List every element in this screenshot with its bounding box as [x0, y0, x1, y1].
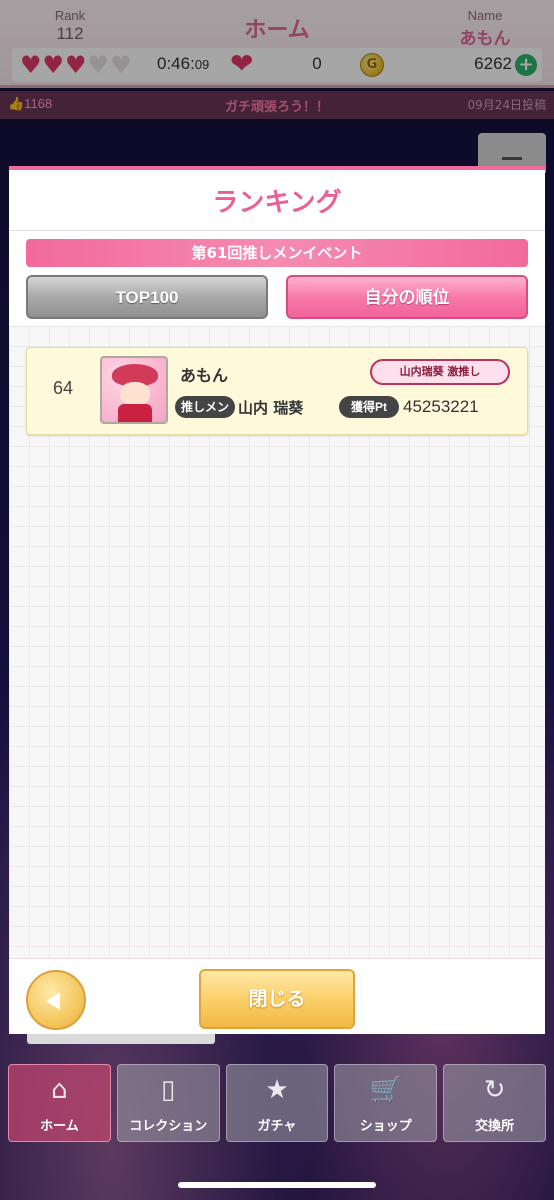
divider: [9, 230, 545, 231]
back-button[interactable]: [26, 970, 86, 1030]
home-indicator[interactable]: [178, 1182, 376, 1188]
bottom-nav: ⌂ ホーム ▯ コレクション ★ ガチャ 🛒 ショップ ↻ 交換所: [8, 1064, 546, 1144]
divider: [9, 958, 545, 959]
event-banner: 第61回推しメンイベント: [26, 239, 528, 267]
avatar: [100, 356, 168, 424]
ranking-row[interactable]: 64 あもん 山内瑞葵 激推し 推しメン 山内 瑞葵 獲得Pt 45253221: [26, 347, 528, 435]
points-label: 獲得Pt: [339, 396, 399, 418]
collection-icon: ▯: [161, 1075, 176, 1105]
nav-label: ショップ: [359, 1119, 412, 1134]
modal-title: ランキング: [212, 188, 342, 218]
nav-exchange[interactable]: ↻ 交換所: [443, 1064, 546, 1142]
row-player-name: あもん: [180, 366, 229, 385]
row-rank: 64: [52, 378, 74, 398]
nav-label: ホーム: [40, 1119, 79, 1134]
nav-collection[interactable]: ▯ コレクション: [116, 1064, 220, 1142]
nav-label: コレクション: [129, 1119, 208, 1134]
cart-icon: 🛒: [369, 1075, 402, 1105]
left-arrow-icon: [46, 992, 60, 1010]
nav-label: 交換所: [475, 1119, 515, 1134]
avatar-face: [120, 382, 150, 406]
ranking-modal: ランキング 第61回推しメンイベント TOP100 自分の順位 64 あもん 山…: [9, 166, 545, 1034]
nav-gacha[interactable]: ★ ガチャ: [225, 1064, 329, 1142]
tab-my-rank[interactable]: 自分の順位: [286, 275, 528, 319]
close-button[interactable]: 閉じる: [199, 969, 355, 1029]
oshi-member-name: 山内 瑞葵: [238, 399, 304, 417]
oshi-badge: 山内瑞葵 激推し: [370, 359, 510, 385]
oshi-label: 推しメン: [175, 396, 235, 418]
home-icon: ⌂: [51, 1075, 68, 1105]
gacha-icon: ★: [265, 1075, 289, 1105]
exchange-icon: ↻: [483, 1075, 506, 1105]
avatar-body: [118, 404, 152, 422]
tab-top100[interactable]: TOP100: [26, 275, 268, 319]
nav-home[interactable]: ⌂ ホーム: [8, 1064, 111, 1142]
points-value: 45253221: [403, 397, 479, 416]
nav-shop[interactable]: 🛒 ショップ: [334, 1064, 438, 1142]
ranking-list[interactable]: 64 あもん 山内瑞葵 激推し 推しメン 山内 瑞葵 獲得Pt 45253221: [9, 326, 545, 958]
nav-label: ガチャ: [257, 1119, 297, 1134]
background-panel: [27, 1034, 215, 1044]
